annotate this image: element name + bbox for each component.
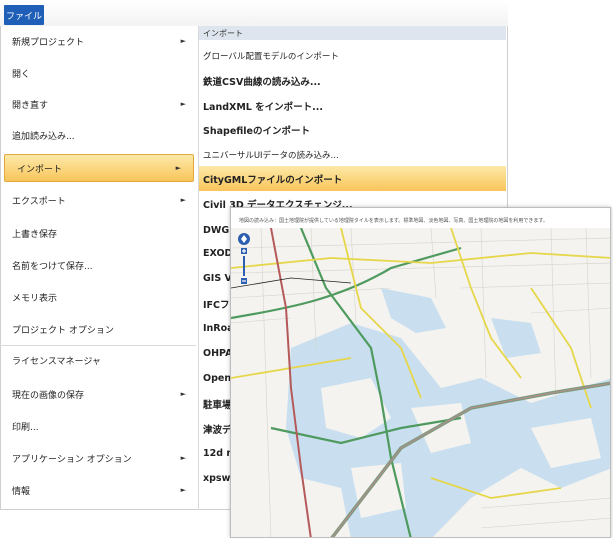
submenu-item-landxml[interactable]: LandXML をインポート... [199, 93, 506, 118]
menu-item-label: インポート [17, 164, 63, 175]
submenu-arrow-icon: ► [180, 454, 186, 462]
submenu-arrow-icon: ► [175, 164, 181, 172]
menu-item-label: 現在の画像の保存 [12, 390, 85, 401]
map-caption: 地図の読み込み：国土地理院が提供している地理院タイルを表示します。標準地図、淡色… [239, 218, 548, 224]
menu-item-append-load[interactable]: 追加読み込み... [0, 121, 198, 149]
menu-item-label: 新規プロジェクト [12, 37, 85, 48]
submenu-arrow-icon: ► [180, 486, 186, 494]
menu-item-label: 追加読み込み... [12, 131, 75, 142]
file-tab[interactable]: ファイル [4, 5, 44, 25]
map-canvas[interactable] [231, 228, 611, 538]
menu-item-save[interactable]: 上書き保存 [0, 219, 198, 247]
submenu-item-universal-ui[interactable]: ユニバーサルUIデータの読み込み... [199, 142, 506, 167]
menu-item-label: 開く [12, 69, 31, 80]
menu-item-label: エクスポート [12, 196, 66, 207]
menu-item-label: 印刷... [12, 422, 39, 433]
map-navigation-control[interactable] [237, 232, 251, 288]
menu-item-project-options[interactable]: プロジェクト オプション [0, 315, 198, 343]
menu-item-label: プロジェクト オプション [12, 325, 114, 336]
submenu-arrow-icon: ► [180, 390, 186, 398]
menu-item-save-as[interactable]: 名前をつけて保存... [0, 251, 198, 279]
submenu-item-global-placement[interactable]: グローバル配置モデルのインポート [199, 43, 506, 68]
menu-item-label: ライセンスマネージャ [12, 356, 101, 367]
submenu-item-shapefile[interactable]: Shapefileのインポート [199, 117, 506, 142]
submenu-arrow-icon: ► [180, 37, 186, 45]
menu-item-label: 開き直す [12, 100, 49, 111]
menu-item-label: アプリケーション オプション [12, 454, 132, 465]
menu-item-label: 情報 [12, 486, 31, 497]
menu-item-new-project[interactable]: 新規プロジェクト ► [0, 27, 198, 55]
menu-item-import[interactable]: インポート ► [4, 154, 194, 182]
menu-item-save-image[interactable]: 現在の画像の保存 ► [0, 380, 198, 408]
menu-item-memory[interactable]: メモリ表示 [0, 283, 198, 311]
map-preview-window: 地図の読み込み：国土地理院が提供している地理院タイルを表示します。標準地図、淡色… [230, 207, 611, 538]
submenu-item-rail-csv[interactable]: 鉄道CSV曲線の読み込み... [199, 68, 506, 93]
submenu-arrow-icon: ► [180, 100, 186, 108]
menu-item-label: 名前をつけて保存... [12, 261, 93, 272]
menu-item-open[interactable]: 開く [0, 59, 198, 87]
menu-item-label: 上書き保存 [12, 229, 58, 240]
menu-item-label: メモリ表示 [12, 293, 58, 304]
menu-item-reopen[interactable]: 開き直す ► [0, 90, 198, 118]
menu-item-app-options[interactable]: アプリケーション オプション ► [0, 444, 198, 472]
menu-item-print[interactable]: 印刷... [0, 412, 198, 440]
menu-item-export[interactable]: エクスポート ► [0, 186, 198, 214]
ribbon-bar: ファイル [0, 0, 508, 27]
submenu-item-citygml[interactable]: CityGMLファイルのインポート [199, 166, 506, 191]
submenu-arrow-icon: ► [180, 196, 186, 204]
submenu-header: インポート [199, 26, 506, 40]
menu-item-license-manager[interactable]: ライセンスマネージャ [0, 346, 198, 374]
menu-item-info[interactable]: 情報 ► [0, 476, 198, 504]
